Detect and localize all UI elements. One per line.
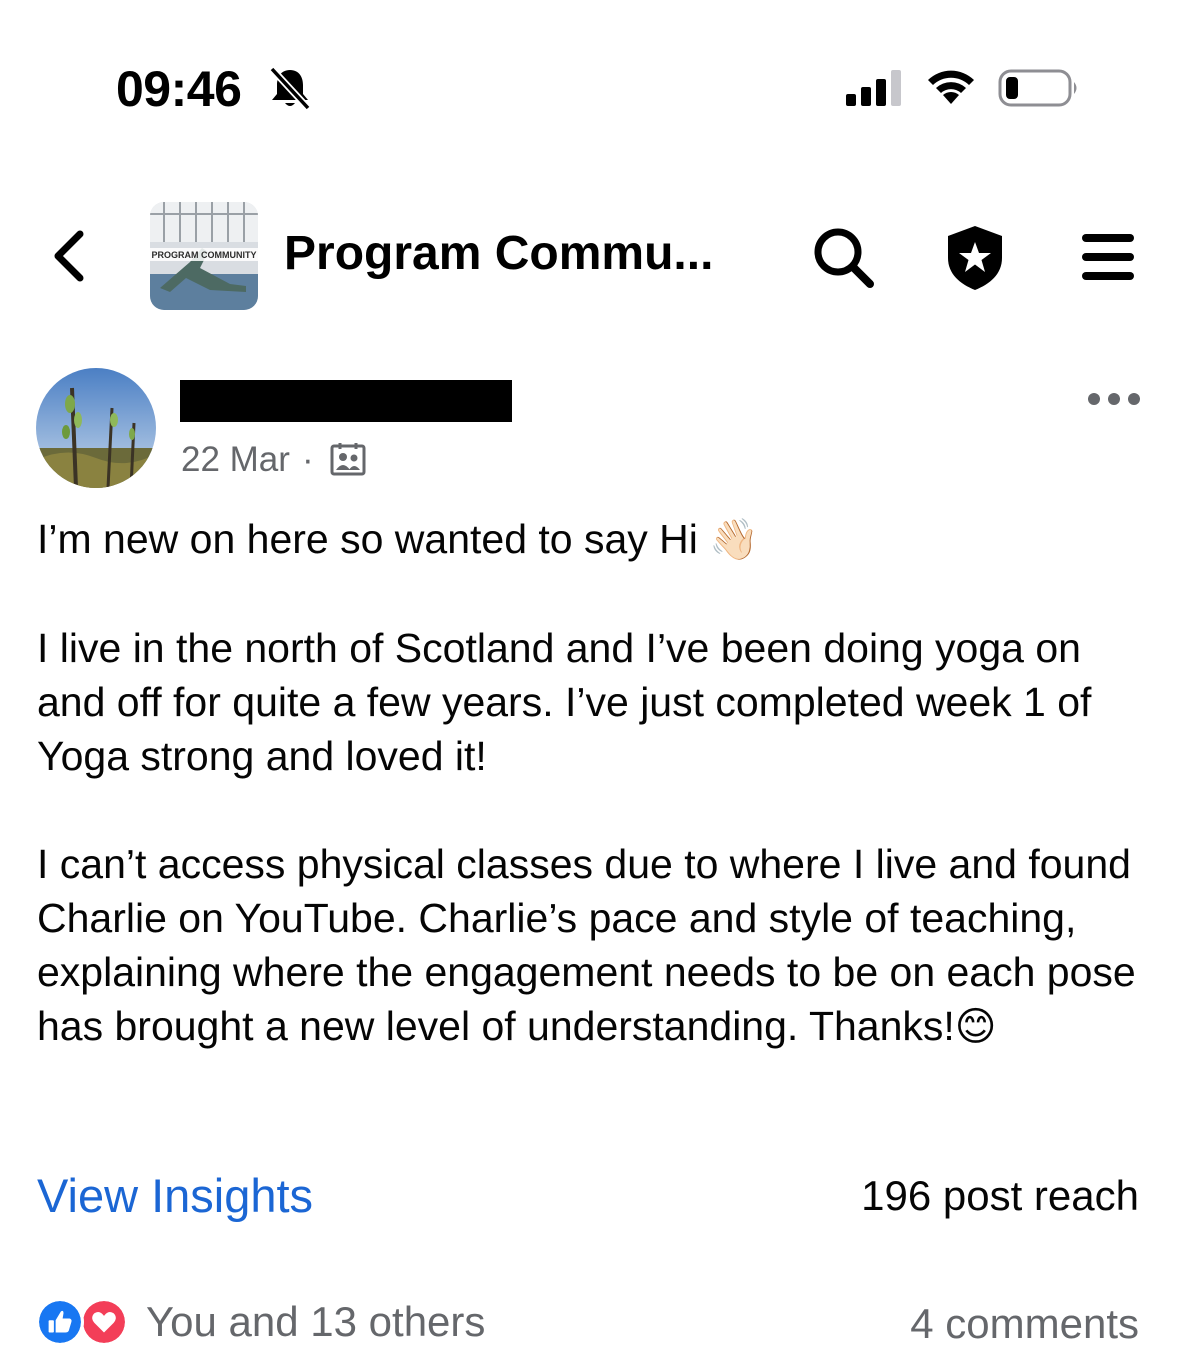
more-options-icon[interactable] bbox=[1086, 386, 1142, 412]
admin-shield-icon[interactable] bbox=[940, 222, 1010, 292]
group-thumbnail[interactable]: PROGRAM COMMUNITY bbox=[150, 202, 258, 310]
status-bar: 09:46 bbox=[0, 0, 1179, 170]
group-members-icon bbox=[330, 443, 366, 476]
post-date[interactable]: 22 Mar bbox=[181, 440, 290, 480]
wifi-icon bbox=[928, 70, 974, 104]
menu-icon[interactable] bbox=[1074, 222, 1144, 292]
battery-icon bbox=[998, 69, 1077, 107]
comments-count[interactable]: 4 comments bbox=[910, 1300, 1139, 1348]
svg-text:PROGRAM COMMUNITY: PROGRAM COMMUNITY bbox=[152, 250, 257, 260]
search-icon[interactable] bbox=[808, 222, 878, 292]
post-paragraph: I’m new on here so wanted to say Hi 👋🏻 bbox=[37, 516, 760, 562]
love-reaction-icon bbox=[80, 1298, 128, 1346]
author-avatar[interactable] bbox=[36, 368, 156, 488]
post-paragraph: I live in the north of Scotland and I’ve… bbox=[37, 625, 1092, 779]
redacted-author-name bbox=[180, 380, 512, 422]
post-body: I’m new on here so wanted to say Hi 👋🏻 I… bbox=[37, 512, 1147, 1054]
meta-separator: · bbox=[301, 440, 314, 479]
reaction-icons bbox=[36, 1296, 136, 1348]
post-meta: 22 Mar · bbox=[181, 438, 366, 482]
back-chevron-icon[interactable] bbox=[50, 228, 90, 284]
post-reach: 196 post reach bbox=[861, 1172, 1139, 1219]
smiling-face-emoji: 😊 bbox=[954, 1005, 997, 1049]
status-time: 09:46 bbox=[116, 61, 242, 117]
cellular-signal-icon bbox=[846, 70, 901, 106]
group-header: PROGRAM COMMUNITY Program Commu... bbox=[0, 200, 1179, 312]
post-paragraph: I can’t access physical classes due to w… bbox=[37, 841, 1136, 1049]
reactions-summary[interactable]: You and 13 others bbox=[36, 1296, 485, 1348]
reactions-text[interactable]: You and 13 others bbox=[146, 1298, 485, 1346]
group-title[interactable]: Program Commu... bbox=[284, 226, 713, 281]
like-reaction-icon bbox=[36, 1298, 84, 1346]
view-insights-link[interactable]: View Insights bbox=[37, 1168, 313, 1223]
bell-slash-icon bbox=[269, 66, 311, 110]
waving-hand-emoji: 👋🏻 bbox=[709, 518, 760, 562]
